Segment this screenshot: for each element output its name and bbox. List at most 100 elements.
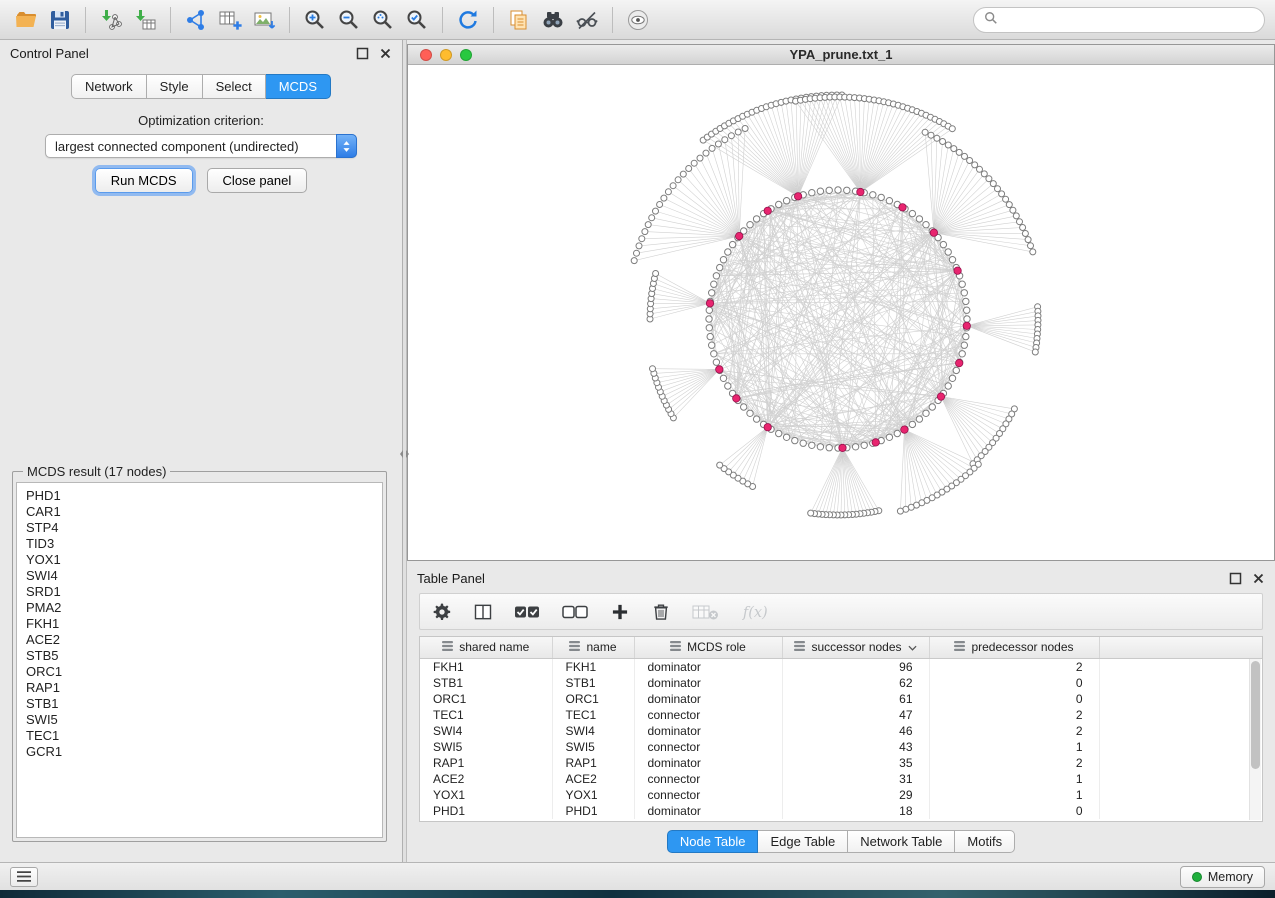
cell-successors[interactable]: 43 (782, 739, 929, 755)
cell-predecessors[interactable]: 0 (929, 803, 1099, 819)
column-selector-icon[interactable] (473, 602, 493, 622)
cell-role[interactable]: dominator (634, 803, 782, 819)
result-node[interactable]: ACE2 (26, 632, 373, 648)
cell-predecessors[interactable]: 2 (929, 723, 1099, 739)
column-header[interactable]: successor nodes (782, 637, 929, 658)
cell-role[interactable]: connector (634, 787, 782, 803)
tab-network-table[interactable]: Network Table (848, 830, 955, 853)
hide-details-icon[interactable] (571, 5, 603, 35)
table-scrollbar[interactable] (1249, 659, 1261, 820)
table-row[interactable]: SWI5SWI5connector431 (420, 739, 1262, 755)
refresh-layout-icon[interactable] (452, 5, 484, 35)
result-node[interactable]: SWI5 (26, 712, 373, 728)
cell-shared_name[interactable]: PHD1 (420, 803, 552, 819)
cell-successors[interactable]: 61 (782, 691, 929, 707)
maximize-window-icon[interactable] (460, 49, 472, 61)
cell-role[interactable]: dominator (634, 658, 782, 675)
tab-edge-table[interactable]: Edge Table (758, 830, 848, 853)
table-row[interactable]: YOX1YOX1connector291 (420, 787, 1262, 803)
minimize-window-icon[interactable] (440, 49, 452, 61)
column-header[interactable]: shared name (420, 637, 552, 658)
cell-predecessors[interactable]: 1 (929, 739, 1099, 755)
result-node[interactable]: PMA2 (26, 600, 373, 616)
new-network-icon[interactable] (180, 5, 212, 35)
cell-shared_name[interactable]: SWI4 (420, 723, 552, 739)
cell-name[interactable]: STB1 (552, 675, 634, 691)
close-table-panel-icon[interactable] (1252, 572, 1265, 585)
save-session-icon[interactable] (44, 5, 76, 35)
close-window-icon[interactable] (420, 49, 432, 61)
cell-role[interactable]: connector (634, 707, 782, 723)
cell-successors[interactable]: 29 (782, 787, 929, 803)
cell-shared_name[interactable]: FKH1 (420, 658, 552, 675)
tab-mcds[interactable]: MCDS (266, 74, 331, 99)
copy-document-icon[interactable] (503, 5, 535, 35)
delete-row-icon[interactable] (651, 602, 671, 622)
cell-role[interactable]: dominator (634, 675, 782, 691)
scrollbar-thumb[interactable] (1251, 661, 1260, 769)
tab-network[interactable]: Network (71, 74, 147, 99)
cell-name[interactable]: ACE2 (552, 771, 634, 787)
cell-shared_name[interactable]: STB1 (420, 675, 552, 691)
cell-name[interactable]: PHD1 (552, 803, 634, 819)
zoom-in-icon[interactable] (299, 5, 331, 35)
result-node[interactable]: RAP1 (26, 680, 373, 696)
network-svg[interactable] (408, 65, 1274, 560)
cell-shared_name[interactable]: YOX1 (420, 787, 552, 803)
table-row[interactable]: FKH1FKH1dominator962 (420, 658, 1262, 675)
cell-successors[interactable]: 18 (782, 803, 929, 819)
sort-chevron-icon[interactable] (908, 640, 917, 654)
result-node[interactable]: STB1 (26, 696, 373, 712)
splitter-grip-icon[interactable] (399, 448, 410, 460)
table-row[interactable]: TEC1TEC1connector472 (420, 707, 1262, 723)
tab-style[interactable]: Style (147, 74, 203, 99)
eye-icon[interactable] (622, 5, 654, 35)
table-row[interactable]: ORC1ORC1dominator610 (420, 691, 1262, 707)
float-panel-icon[interactable] (356, 47, 369, 60)
table-row[interactable]: RAP1RAP1dominator352 (420, 755, 1262, 771)
result-node[interactable]: TEC1 (26, 728, 373, 744)
cell-successors[interactable]: 35 (782, 755, 929, 771)
result-node[interactable]: PHD1 (26, 488, 373, 504)
cell-successors[interactable]: 62 (782, 675, 929, 691)
cell-role[interactable]: connector (634, 771, 782, 787)
result-node[interactable]: FKH1 (26, 616, 373, 632)
cell-name[interactable]: FKH1 (552, 658, 634, 675)
cell-role[interactable]: dominator (634, 691, 782, 707)
table-row[interactable]: STB1STB1dominator620 (420, 675, 1262, 691)
cell-role[interactable]: dominator (634, 755, 782, 771)
cell-predecessors[interactable]: 1 (929, 787, 1099, 803)
tab-node-table[interactable]: Node Table (667, 830, 759, 853)
result-node[interactable]: CAR1 (26, 504, 373, 520)
cell-predecessors[interactable]: 2 (929, 707, 1099, 723)
memory-button[interactable]: Memory (1180, 866, 1265, 888)
cell-successors[interactable]: 46 (782, 723, 929, 739)
cell-successors[interactable]: 31 (782, 771, 929, 787)
cell-predecessors[interactable]: 1 (929, 771, 1099, 787)
cell-predecessors[interactable]: 2 (929, 658, 1099, 675)
column-header[interactable]: MCDS role (634, 637, 782, 658)
search-input[interactable] (1004, 12, 1254, 27)
cell-shared_name[interactable]: ORC1 (420, 691, 552, 707)
result-node[interactable]: ORC1 (26, 664, 373, 680)
add-row-icon[interactable] (610, 602, 630, 622)
cell-name[interactable]: RAP1 (552, 755, 634, 771)
binoculars-icon[interactable] (537, 5, 569, 35)
cell-predecessors[interactable]: 0 (929, 691, 1099, 707)
cell-successors[interactable]: 47 (782, 707, 929, 723)
column-header[interactable]: name (552, 637, 634, 658)
run-mcds-button[interactable]: Run MCDS (95, 168, 193, 193)
cell-shared_name[interactable]: TEC1 (420, 707, 552, 723)
import-network-file-icon[interactable] (95, 5, 127, 35)
mcds-result-list[interactable]: PHD1CAR1STP4TID3YOX1SWI4SRD1PMA2FKH1ACE2… (16, 482, 383, 838)
result-node[interactable]: GCR1 (26, 744, 373, 760)
result-node[interactable]: STB5 (26, 648, 373, 664)
result-node[interactable]: TID3 (26, 536, 373, 552)
optimization-criterion-select[interactable]: largest connected component (undirected) (45, 134, 357, 158)
result-node[interactable]: SRD1 (26, 584, 373, 600)
table-row[interactable]: ACE2ACE2connector311 (420, 771, 1262, 787)
cell-successors[interactable]: 96 (782, 658, 929, 675)
select-all-icon[interactable] (514, 602, 541, 622)
table-row[interactable]: SWI4SWI4dominator462 (420, 723, 1262, 739)
result-node[interactable]: STP4 (26, 520, 373, 536)
